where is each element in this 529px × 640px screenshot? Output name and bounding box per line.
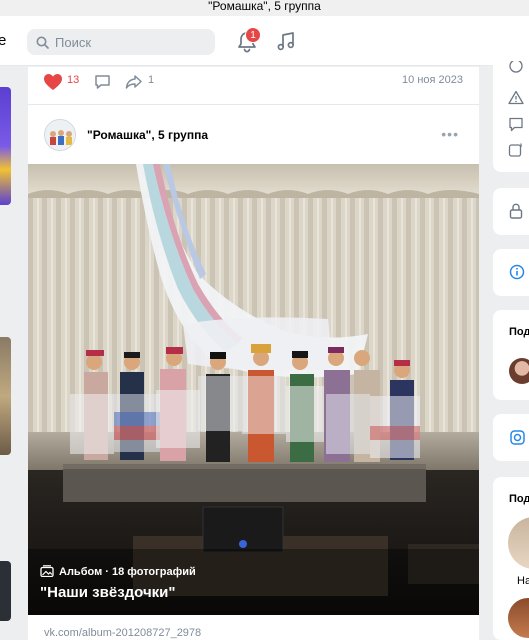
friend-name[interactable]: На xyxy=(517,575,529,587)
search-input[interactable]: Поиск xyxy=(27,29,215,55)
album-link[interactable]: vk.com/album-201208727_2978 xyxy=(44,627,201,639)
share-icon[interactable] xyxy=(125,74,143,90)
friend-avatar[interactable] xyxy=(508,598,529,638)
followers-card: Под xyxy=(493,310,529,400)
info-icon xyxy=(509,264,525,280)
instagram-icon xyxy=(510,430,525,445)
left-sidebar-fragment xyxy=(0,67,12,640)
message-icon[interactable] xyxy=(508,117,524,132)
actions-card xyxy=(493,57,529,172)
instagram-card[interactable] xyxy=(493,414,529,461)
logo[interactable]: е xyxy=(0,32,6,49)
notifications-badge: 1 xyxy=(245,27,261,43)
share-count: 1 xyxy=(148,74,155,86)
wall-post: 13 1 10 ноя 2023 "Ромашка", 5 группа ••• xyxy=(28,67,479,640)
group-avatar[interactable] xyxy=(44,119,76,151)
divider xyxy=(28,104,479,105)
top-navigation-bar: е Поиск 1 xyxy=(0,16,529,66)
album-cover-photo[interactable]: Альбом · 18 фотографий "Наши звёздочки" xyxy=(28,164,479,615)
post-actions-bar: 13 1 10 ноя 2023 xyxy=(28,67,479,97)
album-icon xyxy=(40,565,54,577)
friends-card: Под На xyxy=(493,477,529,640)
like-heart-icon[interactable] xyxy=(43,73,63,91)
window-title: "Ромашка", 5 группа xyxy=(0,0,529,16)
group-name[interactable]: "Ромашка", 5 группа xyxy=(87,128,208,142)
clock-icon[interactable] xyxy=(508,61,524,75)
comment-icon[interactable] xyxy=(94,74,111,90)
search-icon xyxy=(36,36,49,49)
album-photo-count: Альбом · 18 фотографий xyxy=(59,566,196,578)
privacy-card[interactable] xyxy=(493,188,529,235)
photo-thumbnail[interactable] xyxy=(0,337,11,455)
friends-heading[interactable]: Под xyxy=(509,493,529,505)
post-date[interactable]: 10 ноя 2023 xyxy=(402,74,463,86)
edit-icon[interactable] xyxy=(508,143,524,158)
info-card[interactable] xyxy=(493,249,529,296)
follower-avatar[interactable] xyxy=(509,358,529,384)
followers-heading[interactable]: Под xyxy=(509,326,529,338)
report-warning-icon[interactable] xyxy=(508,90,524,105)
music-icon[interactable] xyxy=(276,30,296,52)
like-count: 13 xyxy=(67,74,80,86)
album-title[interactable]: "Наши звёздочки" xyxy=(40,584,176,601)
more-options-icon[interactable]: ••• xyxy=(441,126,459,142)
search-placeholder: Поиск xyxy=(55,35,92,50)
promo-thumbnail[interactable] xyxy=(0,87,11,205)
friend-avatar[interactable] xyxy=(508,517,529,569)
lock-icon xyxy=(509,203,523,219)
video-thumbnail[interactable] xyxy=(0,561,11,621)
